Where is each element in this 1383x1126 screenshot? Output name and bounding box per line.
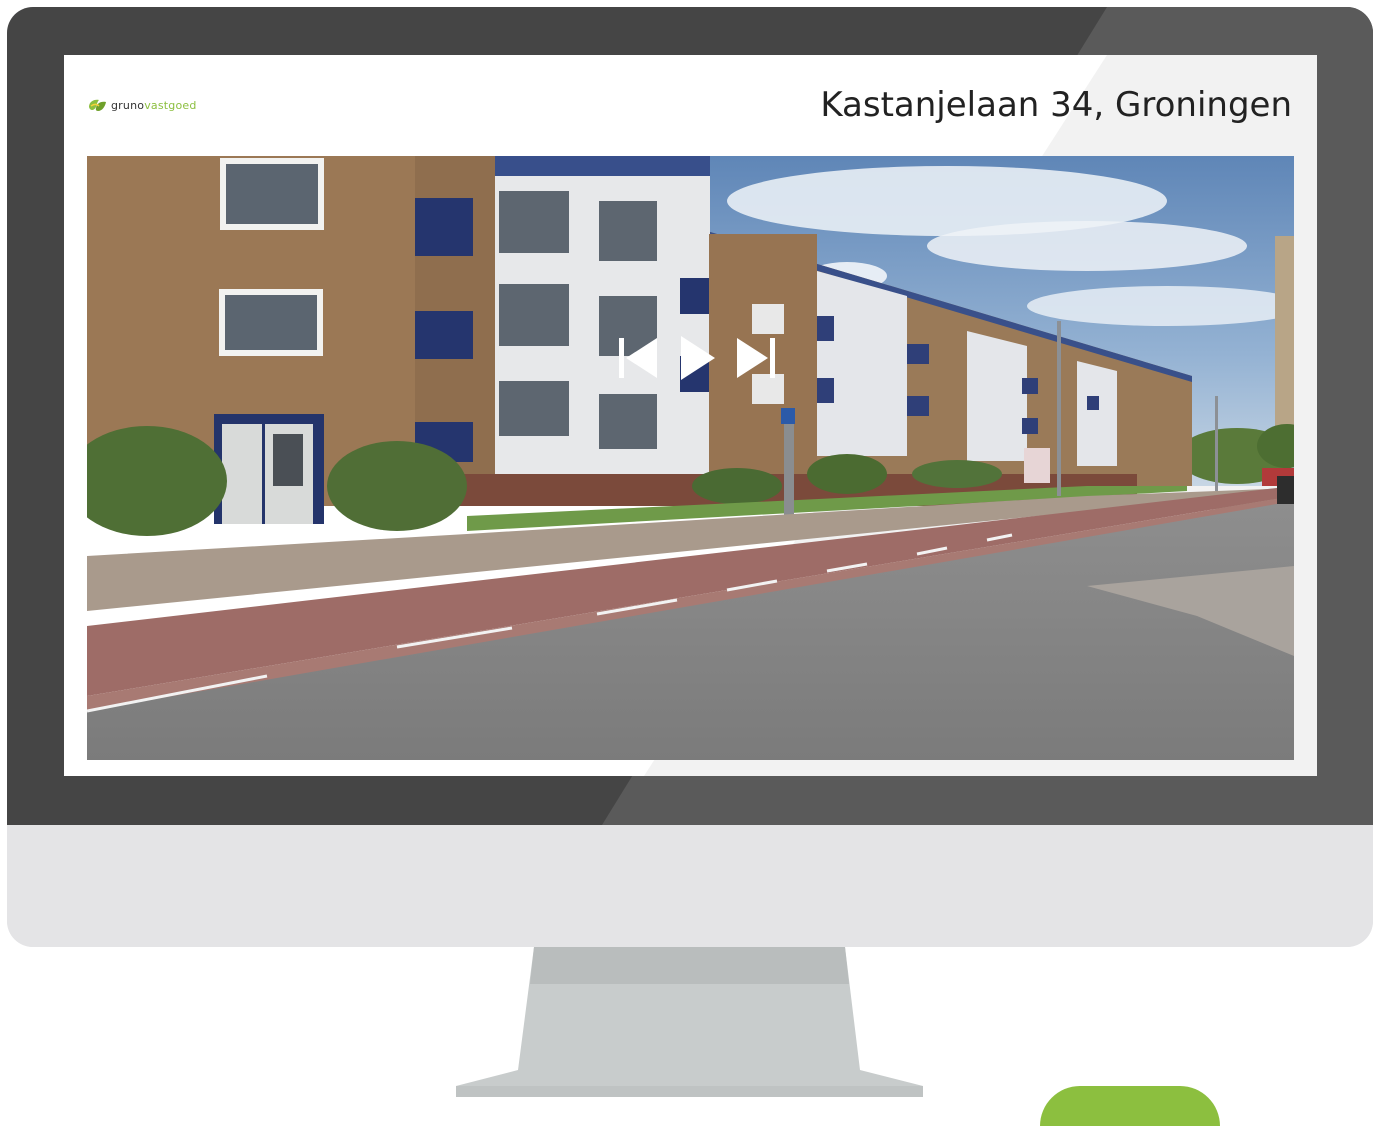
property-photo: [87, 156, 1294, 760]
previous-button[interactable]: [617, 334, 661, 382]
skip-back-icon: [619, 338, 657, 378]
monitor: grunovastgoed Kastanjelaan 34, Groningen: [7, 7, 1373, 947]
brand-logo: grunovastgoed: [87, 96, 197, 114]
listing-address: Kastanjelaan 34, Groningen: [820, 85, 1292, 125]
play-icon: [681, 336, 715, 380]
skip-forward-icon: [737, 338, 775, 378]
leaf-logo-icon: [89, 99, 106, 111]
screen: grunovastgoed Kastanjelaan 34, Groningen: [64, 55, 1317, 776]
brand-badge: [1040, 1086, 1220, 1126]
next-button[interactable]: [733, 334, 777, 382]
monitor-chin: [7, 825, 1373, 947]
slideshow-controls: [617, 334, 777, 382]
brand-name-part1: gruno: [111, 98, 145, 112]
play-button[interactable]: [675, 334, 719, 382]
brand-name-part2: vastgoed: [144, 98, 197, 112]
